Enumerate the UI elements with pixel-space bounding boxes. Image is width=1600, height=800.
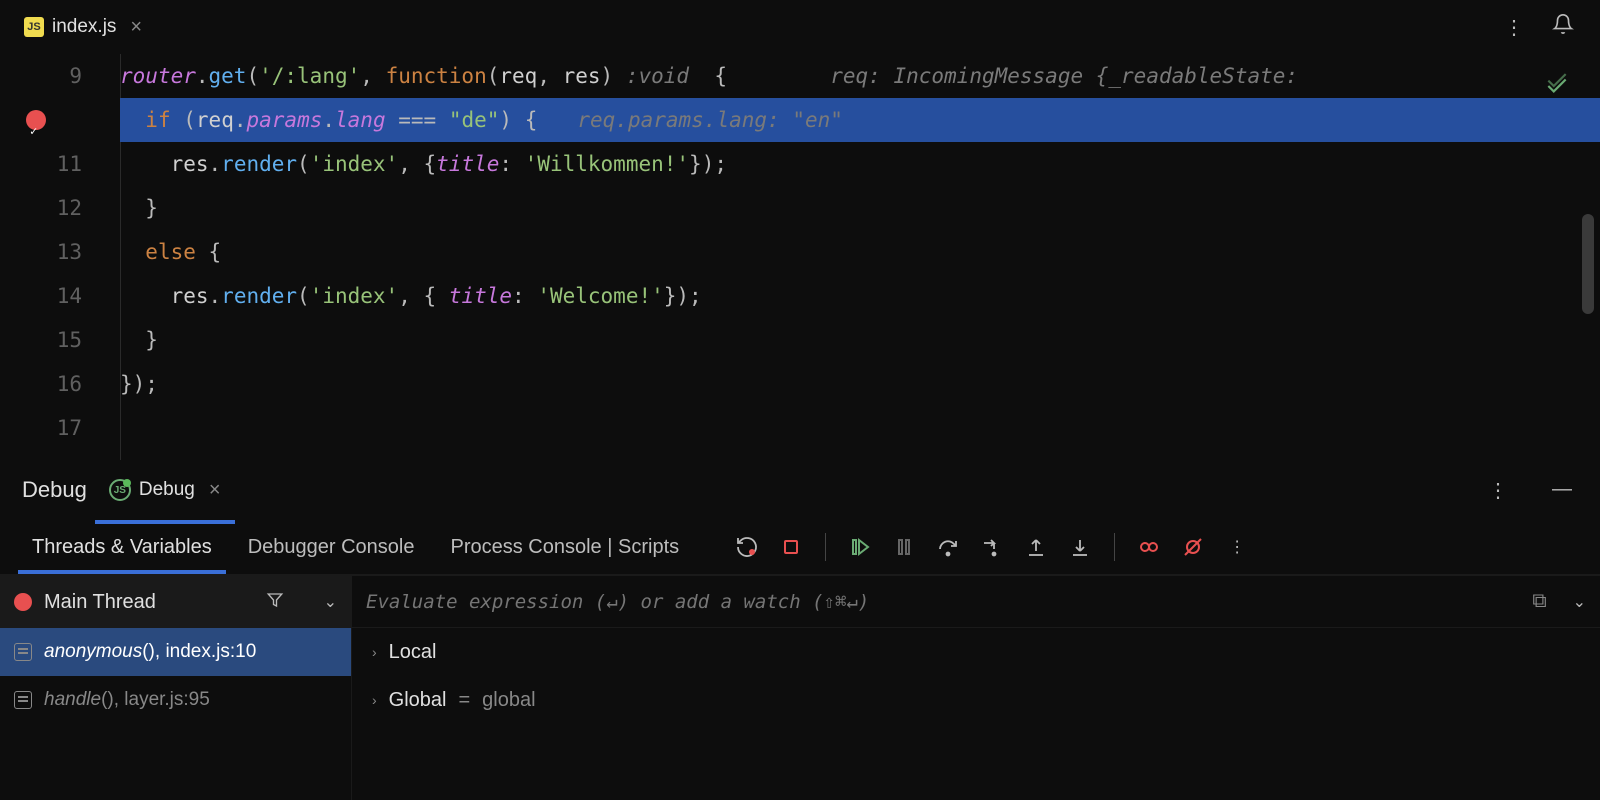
debug-title: Debug [14,477,95,503]
variable-scope[interactable]: › Local [352,628,1600,676]
gutter: 9 11 12 13 14 15 16 17 [0,54,110,450]
stack-frame[interactable]: handle(), layer.js:95 [0,676,351,724]
step-into-icon[interactable] [974,529,1010,565]
line-number[interactable]: 16 [0,362,82,406]
close-session-icon[interactable]: × [209,479,221,502]
tab-filename: index.js [52,16,116,38]
code-line-13[interactable]: else { [120,230,1600,274]
step-out-icon[interactable] [1018,529,1054,565]
js-file-icon: JS [24,17,44,37]
code-line-16[interactable]: }); [120,362,1600,406]
add-watch-icon[interactable]: ⧉ [1532,590,1546,613]
line-number[interactable]: 12 [0,186,82,230]
tab-debugger-console[interactable]: Debugger Console [234,520,429,574]
line-number[interactable]: 9 [0,54,82,98]
step-into-my-icon[interactable] [1062,529,1098,565]
evaluate-expression-row: ⧉ ⌄ [352,576,1600,628]
debug-session-name: Debug [139,479,195,501]
file-tab[interactable]: JS index.js × [12,0,154,54]
expand-icon[interactable]: › [372,644,377,660]
pause-icon[interactable] [886,529,922,565]
inline-debug-hint: req.params.lang: "en" [577,98,843,142]
debug-session-tab[interactable]: JS Debug × [95,460,235,520]
code-line-10-active[interactable]: if (req.params.lang === "de") {req.param… [120,98,1600,142]
line-number[interactable]: 13 [0,230,82,274]
frames-panel: Main Thread ⌄ anonymous(), index.js:10 h… [0,576,352,800]
breakpoint-icon[interactable] [26,110,46,130]
variable-scope[interactable]: › Global = global [352,676,1600,724]
nodejs-icon: JS [109,479,131,501]
debug-toolbar: Threads & Variables Debugger Console Pro… [0,520,1600,576]
code-line-14[interactable]: res.render('index', { title: 'Welcome!'}… [120,274,1600,318]
code-line-11[interactable]: res.render('index', {title: 'Willkommen!… [120,142,1600,186]
debug-body: Main Thread ⌄ anonymous(), index.js:10 h… [0,576,1600,800]
editor-scrollbar[interactable] [1582,214,1594,314]
code-line-9[interactable]: router.get('/:lang', function(req, res) … [120,54,1600,98]
notifications-bell-icon[interactable] [1538,13,1588,41]
stack-frame[interactable]: anonymous(), index.js:10 [0,628,351,676]
debug-panel-header: Debug JS Debug × ⋮ — [0,460,1600,520]
frame-icon [14,643,32,661]
filter-icon[interactable] [266,591,284,614]
view-breakpoints-icon[interactable] [1131,529,1167,565]
debug-more-icon[interactable]: ⋮ [1474,478,1522,503]
evaluate-expression-input[interactable] [366,591,1520,613]
thread-name: Main Thread [44,591,254,614]
close-tab-icon[interactable]: × [130,16,142,39]
tab-threads-variables[interactable]: Threads & Variables [18,520,226,574]
chevron-down-icon[interactable]: ⌄ [1573,592,1586,612]
code-line-12[interactable]: } [120,186,1600,230]
expand-icon[interactable]: › [372,692,377,708]
minimize-panel-icon[interactable]: — [1538,478,1586,503]
inline-debug-hint: req: IncomingMessage {_readableState: [830,54,1310,98]
tab-process-console[interactable]: Process Console | Scripts [437,520,694,574]
line-number[interactable]: 14 [0,274,82,318]
line-number[interactable]: 11 [0,142,82,186]
more-icon[interactable]: ⋮ [1490,15,1538,40]
editor-tab-bar: JS index.js × ⋮ [0,0,1600,54]
toolbar-more-icon[interactable]: ⋮ [1219,529,1255,565]
code-line-17[interactable] [120,406,1600,450]
inspection-ok-icon[interactable] [1544,70,1570,114]
step-over-icon[interactable] [930,529,966,565]
line-number[interactable]: 17 [0,406,82,450]
code-line-15[interactable]: } [120,318,1600,362]
frame-icon [14,691,32,709]
resume-icon[interactable] [842,529,878,565]
line-number[interactable]: 15 [0,318,82,362]
mute-breakpoints-icon[interactable] [1175,529,1211,565]
variables-panel: ⧉ ⌄ › Local › Global = global [352,576,1600,800]
code-area[interactable]: router.get('/:lang', function(req, res) … [120,54,1600,450]
rerun-icon[interactable] [729,529,765,565]
chevron-down-icon[interactable]: ⌄ [324,592,337,612]
thread-row[interactable]: Main Thread ⌄ [0,576,351,628]
code-editor[interactable]: 9 11 12 13 14 15 16 17 router.get('/:lan… [0,54,1600,460]
thread-suspended-icon [14,593,32,611]
stop-icon[interactable] [773,529,809,565]
